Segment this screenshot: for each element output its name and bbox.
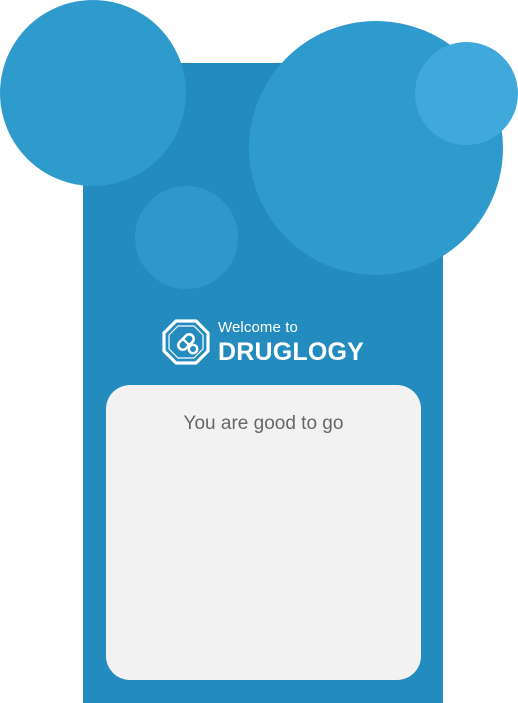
app-name: DRUGLOGY xyxy=(218,337,365,366)
status-card: You are good to go xyxy=(106,385,421,680)
brand-header: Welcome to DRUGLOGY xyxy=(162,318,364,366)
pill-octagon-icon xyxy=(162,319,210,365)
brand-text: Welcome to DRUGLOGY xyxy=(218,320,364,365)
welcome-text: Welcome to xyxy=(218,318,298,336)
decorative-bubble-small-center xyxy=(135,186,238,289)
decorative-bubble-small-right xyxy=(415,42,518,145)
status-message: You are good to go xyxy=(183,413,344,434)
decorative-bubble-top-left xyxy=(0,0,186,186)
